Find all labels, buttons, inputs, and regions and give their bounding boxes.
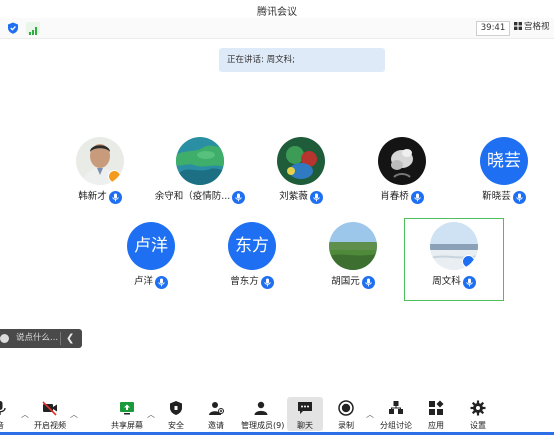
participant-name: 刘紫薇	[279, 191, 308, 202]
video-off-icon	[42, 401, 57, 416]
shield-icon[interactable]	[7, 22, 19, 34]
cohost-badge	[462, 255, 475, 268]
meeting-timer: 39:41	[476, 21, 510, 36]
share-screen-button[interactable]: 共享屏幕	[107, 397, 147, 431]
participant-name: 韩新才	[78, 191, 107, 202]
mic-icon	[108, 190, 122, 204]
invite-label: 邀请	[208, 421, 224, 430]
mic-icon	[232, 190, 246, 204]
share-screen-icon	[120, 402, 134, 415]
title-bar: 腾讯会议	[0, 0, 554, 18]
chat-placeholder: 说点什么...	[16, 333, 59, 343]
participant-name: 卢洋	[133, 276, 153, 287]
chevron-up-icon[interactable]: ︿	[366, 409, 374, 420]
breakout-rooms-label: 分组讨论	[380, 421, 412, 430]
manage-members-label: 管理成员(9)	[241, 421, 285, 430]
audio-button[interactable]: 音	[0, 397, 20, 431]
avatar	[76, 137, 124, 185]
avatar: 晓芸	[480, 137, 528, 185]
divider	[60, 332, 61, 345]
chat-label: 聊天	[297, 421, 313, 430]
mic-icon	[309, 190, 323, 204]
chat-quick-input[interactable]: 说点什么... ❮	[0, 329, 82, 348]
video-label: 开启视频	[34, 421, 66, 430]
participant-name: 周文科	[432, 276, 461, 287]
chevron-up-icon[interactable]: ︿	[147, 409, 155, 420]
participant-name: 肖春桥	[380, 191, 409, 202]
mic-icon	[462, 275, 476, 289]
participant-tile[interactable]: 卢洋 卢洋	[101, 222, 201, 289]
mic-icon	[155, 275, 168, 289]
chat-icon	[298, 402, 312, 414]
avatar: 卢洋	[127, 222, 175, 270]
gear-icon	[470, 400, 486, 416]
video-button[interactable]: 开启视频	[30, 397, 70, 431]
participant-tile[interactable]: 晓芸 靳晓芸	[454, 137, 554, 204]
speaking-indicator: 正在讲话: 周文科;	[219, 48, 385, 72]
participant-tile[interactable]: 肖春桥	[352, 137, 452, 204]
apps-button[interactable]: 应用	[416, 397, 456, 431]
security-label: 安全	[168, 421, 184, 430]
shield-icon	[170, 401, 182, 415]
window-title: 腾讯会议	[257, 7, 297, 18]
audio-label: 音	[0, 420, 20, 431]
avatar: 东方	[228, 222, 276, 270]
invite-button[interactable]: 邀请	[196, 397, 236, 431]
participant-tile[interactable]: 胡国元	[303, 222, 403, 289]
chat-button[interactable]: 聊天	[287, 397, 323, 431]
host-badge	[108, 170, 121, 183]
participant-name: 胡国元	[331, 276, 360, 287]
avatar	[277, 137, 325, 185]
microphone-icon	[0, 401, 6, 415]
record-label: 录制	[338, 421, 354, 430]
mic-icon	[260, 275, 274, 289]
status-strip: 39:41 宫格视	[0, 18, 554, 39]
add-user-icon	[209, 402, 224, 415]
breakout-rooms-button[interactable]: 分组讨论	[376, 397, 416, 431]
record-icon	[338, 400, 354, 416]
participant-tile[interactable]: 刘紫薇	[251, 137, 351, 204]
avatar	[430, 222, 478, 270]
mic-icon	[361, 275, 375, 289]
settings-label: 设置	[470, 421, 486, 430]
apps-label: 应用	[428, 421, 444, 430]
chevron-up-icon[interactable]: ︿	[70, 409, 78, 420]
members-icon	[254, 401, 268, 415]
avatar	[378, 137, 426, 185]
participant-tile[interactable]: 余守和（疫情防...	[150, 137, 250, 204]
avatar	[176, 137, 224, 185]
participant-name: 曾东方	[230, 276, 259, 287]
chevron-left-icon[interactable]: ❮	[66, 329, 74, 348]
participant-tile[interactable]: 韩新才	[50, 137, 150, 204]
participant-tile[interactable]: 东方 曾东方	[202, 222, 302, 289]
mic-icon	[410, 190, 424, 204]
avatar	[329, 222, 377, 270]
meeting-toolbar: 音 ︿ 开启视频 ︿ 共享屏幕 ︿ 安全 邀请 管理成员(9) 聊天 录制 ︿ …	[0, 397, 554, 435]
security-button[interactable]: 安全	[156, 397, 196, 431]
chat-bubble-icon	[0, 334, 9, 343]
chevron-up-icon[interactable]: ︿	[21, 409, 29, 420]
record-button[interactable]: 录制	[326, 397, 366, 431]
manage-members-button[interactable]: 管理成员(9)	[241, 397, 285, 431]
participant-name: 靳晓芸	[482, 191, 511, 202]
gallery-view-button[interactable]: 宫格视	[514, 21, 554, 34]
gallery-view-label: 宫格视	[524, 22, 550, 32]
breakout-icon	[389, 401, 403, 414]
signal-icon[interactable]	[26, 22, 40, 35]
apps-icon	[429, 400, 444, 415]
mic-icon	[512, 190, 526, 204]
participant-name: 余守和（疫情防...	[154, 191, 231, 202]
grid-icon	[514, 21, 522, 30]
settings-button[interactable]: 设置	[458, 397, 498, 431]
share-screen-label: 共享屏幕	[111, 421, 143, 430]
participant-tile[interactable]: 周文科	[404, 222, 504, 289]
